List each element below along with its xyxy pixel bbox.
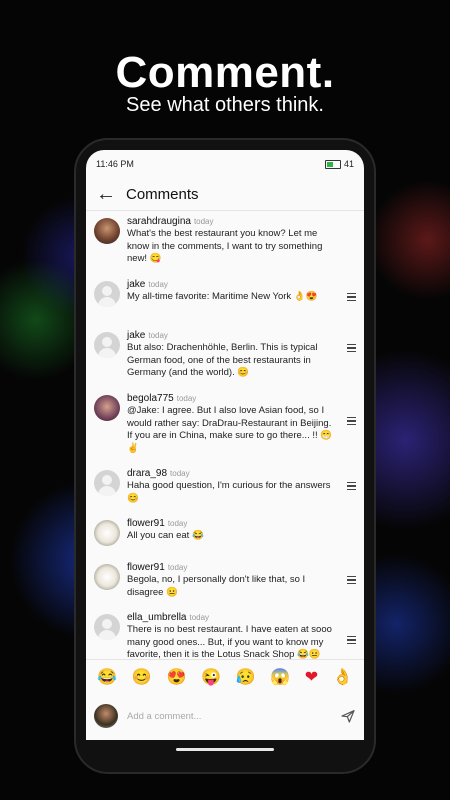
app-bar: ← Comments (86, 178, 364, 211)
comment-username[interactable]: drara_98 (127, 468, 167, 479)
comment-username[interactable]: begola775 (127, 393, 174, 404)
comment-menu-icon[interactable] (347, 344, 356, 354)
avatar[interactable] (94, 332, 120, 358)
comment-composer: Add a comment... (86, 698, 364, 734)
promo-subtitle: See what others think. (126, 94, 324, 116)
comment-time: today (176, 394, 197, 403)
emoji-button[interactable]: ❤ (305, 670, 318, 686)
comment-item: sarahdraugina today What's the best resta… (94, 216, 356, 266)
battery-level: 41 (343, 159, 354, 169)
comment-menu-icon[interactable] (347, 576, 356, 586)
emoji-quick-bar: 😂 😊 😍 😜 😥 😱 ❤ 👌 (86, 659, 364, 696)
comment-text: Begola, no, I personally don't like that… (127, 574, 306, 598)
comment-menu-icon[interactable] (347, 293, 356, 303)
comment-menu-icon[interactable] (347, 636, 356, 646)
status-time: 11:46 PM (96, 159, 134, 169)
comment-time: today (189, 613, 210, 622)
comment-username[interactable]: sarahdraugina (127, 216, 191, 227)
send-icon[interactable] (340, 708, 356, 724)
comment-text: @Jake: I agree. But I also love Asian fo… (127, 405, 333, 454)
comment-username[interactable]: flower91 (127, 518, 165, 529)
comment-time: today (167, 563, 188, 572)
comment-text: My all-time favorite: Maritime New York … (127, 291, 318, 302)
comment-item: ella_umbrella today There is no best rest… (94, 612, 356, 660)
status-bar: 11:46 PM 41 (86, 150, 364, 178)
avatar[interactable] (94, 395, 120, 421)
emoji-button[interactable]: 😜 (201, 670, 221, 686)
comment-text: What's the best restaurant you know? Let… (127, 228, 323, 264)
emoji-button[interactable]: 😍 (166, 670, 186, 686)
comment-time: today (148, 331, 168, 340)
avatar (94, 704, 118, 728)
comment-time: today (193, 217, 214, 226)
comment-input[interactable]: Add a comment... (127, 711, 340, 722)
avatar[interactable] (94, 281, 120, 307)
comment-item: flower91 today All you can eat 😂 (94, 518, 356, 546)
comment-username[interactable]: jake (127, 279, 145, 290)
emoji-button[interactable]: 😂 (97, 670, 117, 686)
comment-time: today (167, 519, 188, 528)
comment-time: today (170, 469, 190, 478)
emoji-button[interactable]: 😱 (270, 670, 290, 686)
avatar[interactable] (94, 564, 120, 590)
app-screen: 11:46 PM 41 ← Comments sarahdraugina toda… (86, 150, 364, 740)
comment-username[interactable]: jake (127, 330, 145, 341)
avatar[interactable] (94, 614, 120, 640)
home-indicator[interactable] (176, 748, 274, 751)
emoji-button[interactable]: 👌 (333, 670, 353, 686)
comment-list[interactable]: sarahdraugina today What's the best resta… (86, 211, 364, 660)
emoji-button[interactable]: 😊 (132, 670, 152, 686)
avatar[interactable] (94, 218, 120, 244)
comment-menu-icon[interactable] (347, 417, 356, 427)
comment-username[interactable]: ella_umbrella (127, 612, 186, 623)
comment-text: But also: Drachenhöhle, Berlin. This is … (127, 342, 318, 378)
comment-time: today (148, 280, 168, 289)
comment-item: drara_98 today Haha good question, I'm cu… (94, 468, 356, 505)
avatar[interactable] (94, 520, 120, 546)
comment-item: jake today But also: Drachenhöhle, Berlin… (94, 330, 356, 380)
comment-menu-icon[interactable] (347, 482, 356, 492)
comment-username[interactable]: flower91 (127, 562, 165, 573)
promo-title: Comment. (115, 48, 335, 97)
comment-text: There is no best restaurant. I have eate… (127, 624, 332, 660)
comment-item: flower91 today Begola, no, I personally d… (94, 562, 356, 599)
back-arrow-icon[interactable]: ← (96, 184, 126, 204)
comment-text: All you can eat 😂 (127, 530, 204, 541)
comment-text: Haha good question, I'm curious for the … (127, 480, 331, 504)
comment-item: begola775 today @Jake: I agree. But I als… (94, 393, 356, 455)
avatar[interactable] (94, 470, 120, 496)
comment-item: jake today My all-time favorite: Maritime… (94, 279, 356, 307)
page-title: Comments (126, 185, 199, 203)
battery-icon (324, 159, 341, 169)
emoji-button[interactable]: 😥 (236, 670, 256, 686)
